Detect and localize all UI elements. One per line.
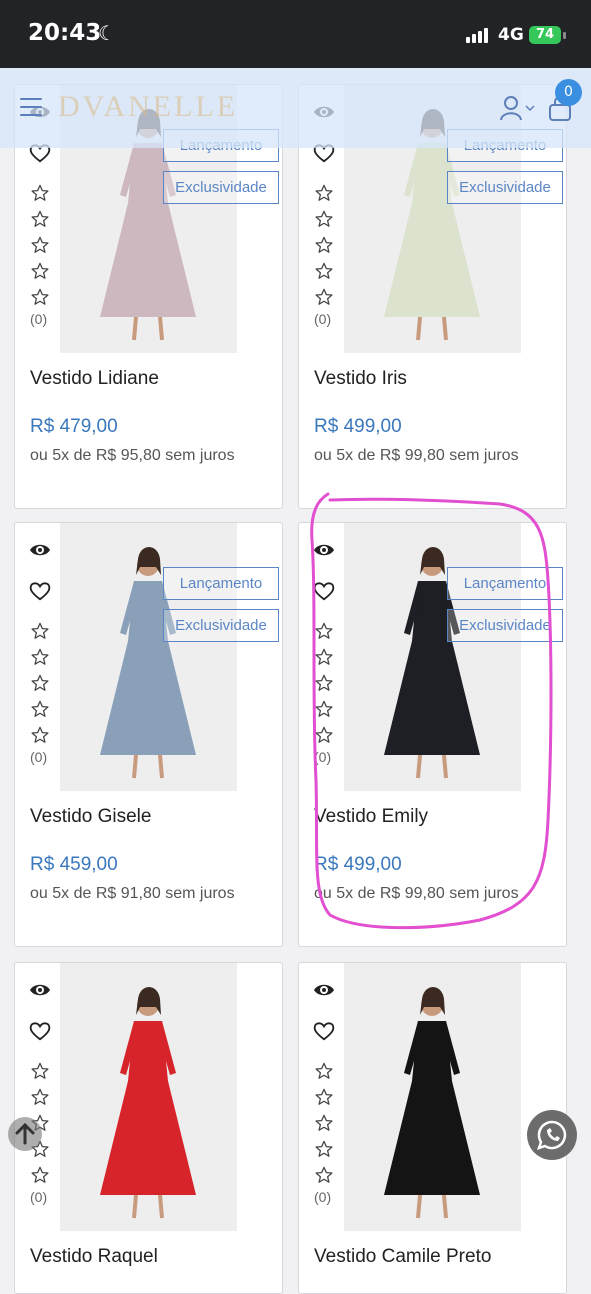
eye-icon[interactable] bbox=[29, 979, 51, 1001]
rating-count: (0) bbox=[314, 1189, 332, 1205]
status-bar: 20:43 ☾ 4G 74 bbox=[0, 0, 591, 68]
product-image[interactable] bbox=[60, 963, 237, 1231]
rating-count: (0) bbox=[314, 749, 332, 765]
star-icon[interactable] bbox=[315, 1114, 333, 1132]
rating-count: (0) bbox=[30, 1189, 48, 1205]
cart-count-badge[interactable]: 0 bbox=[555, 79, 582, 106]
exclusive-badge: Exclusividade bbox=[163, 171, 279, 204]
user-icon[interactable] bbox=[500, 95, 536, 121]
hamburger-icon[interactable] bbox=[20, 98, 42, 116]
battery-level: 74 bbox=[535, 27, 555, 42]
dress-model-illustration bbox=[60, 523, 237, 791]
star-icon[interactable] bbox=[31, 184, 49, 202]
star-icon[interactable] bbox=[315, 210, 333, 228]
star-icon[interactable] bbox=[315, 288, 333, 306]
rating-stars bbox=[31, 622, 49, 752]
star-icon[interactable] bbox=[31, 262, 49, 280]
dress-model-illustration bbox=[344, 963, 521, 1231]
star-icon[interactable] bbox=[31, 726, 49, 744]
eye-icon[interactable] bbox=[313, 539, 335, 561]
star-icon[interactable] bbox=[31, 1088, 49, 1106]
star-icon[interactable] bbox=[315, 648, 333, 666]
scroll-top-button[interactable] bbox=[8, 1117, 42, 1151]
product-price: R$ 479,00 bbox=[30, 416, 118, 437]
rating-stars bbox=[315, 1062, 333, 1192]
star-icon[interactable] bbox=[315, 1062, 333, 1080]
product-name[interactable]: Vestido Iris bbox=[314, 368, 407, 390]
star-icon[interactable] bbox=[315, 700, 333, 718]
product-price: R$ 499,00 bbox=[314, 854, 402, 875]
installment-info: ou 5x de R$ 99,80 sem juros bbox=[314, 885, 519, 902]
star-icon[interactable] bbox=[315, 622, 333, 640]
star-icon[interactable] bbox=[31, 1166, 49, 1184]
product-name[interactable]: Vestido Raquel bbox=[30, 1246, 158, 1268]
star-icon[interactable] bbox=[315, 726, 333, 744]
star-icon[interactable] bbox=[31, 674, 49, 692]
rating-count: (0) bbox=[30, 749, 48, 765]
product-image[interactable] bbox=[344, 523, 521, 791]
rating-stars bbox=[31, 184, 49, 314]
star-icon[interactable] bbox=[31, 648, 49, 666]
product-image[interactable] bbox=[60, 523, 237, 791]
launch-badge: Lançamento bbox=[447, 567, 563, 600]
dress-model-illustration bbox=[60, 963, 237, 1231]
star-icon[interactable] bbox=[31, 288, 49, 306]
product-name[interactable]: Vestido Camile Preto bbox=[314, 1246, 491, 1268]
product-grid: Lançamento Exclusividade (0) Vestido Lidian… bbox=[0, 68, 591, 1294]
product-card-raquel[interactable]: (0) Vestido Raquel bbox=[14, 962, 283, 1294]
star-icon[interactable] bbox=[315, 1140, 333, 1158]
installment-info: ou 5x de R$ 95,80 sem juros bbox=[30, 447, 235, 464]
arrow-up-icon bbox=[15, 1122, 35, 1145]
product-card-gisele[interactable]: Lançamento Exclusividade (0) Vestido Gisele… bbox=[14, 522, 283, 947]
star-icon[interactable] bbox=[31, 236, 49, 254]
heart-icon[interactable] bbox=[313, 1020, 335, 1042]
launch-badge: Lançamento bbox=[163, 567, 279, 600]
whatsapp-button[interactable] bbox=[527, 1110, 577, 1160]
eye-icon[interactable] bbox=[29, 539, 51, 561]
moon-icon: ☾ bbox=[98, 21, 116, 45]
star-icon[interactable] bbox=[315, 674, 333, 692]
site-logo[interactable]: DVANELLE bbox=[58, 90, 238, 124]
exclusive-badge: Exclusividade bbox=[447, 171, 563, 204]
star-icon[interactable] bbox=[315, 184, 333, 202]
heart-icon[interactable] bbox=[29, 580, 51, 602]
rating-stars bbox=[315, 622, 333, 752]
star-icon[interactable] bbox=[31, 1062, 49, 1080]
status-time: 20:43 bbox=[28, 20, 102, 46]
dress-model-illustration bbox=[344, 523, 521, 791]
battery-icon: 74 bbox=[529, 26, 561, 44]
product-card-emily[interactable]: Lançamento Exclusividade (0) Vestido Emily R… bbox=[298, 522, 567, 947]
product-image[interactable] bbox=[344, 963, 521, 1231]
battery-tip bbox=[563, 32, 566, 39]
whatsapp-icon bbox=[537, 1120, 567, 1150]
installment-info: ou 5x de R$ 91,80 sem juros bbox=[30, 885, 235, 902]
installment-info: ou 5x de R$ 99,80 sem juros bbox=[314, 447, 519, 464]
product-price: R$ 499,00 bbox=[314, 416, 402, 437]
star-icon[interactable] bbox=[315, 236, 333, 254]
exclusive-badge: Exclusividade bbox=[447, 609, 563, 642]
rating-stars bbox=[315, 184, 333, 314]
heart-icon[interactable] bbox=[313, 580, 335, 602]
star-icon[interactable] bbox=[31, 622, 49, 640]
heart-icon[interactable] bbox=[29, 1020, 51, 1042]
star-icon[interactable] bbox=[31, 210, 49, 228]
rating-count: (0) bbox=[30, 311, 48, 327]
rating-count: (0) bbox=[314, 311, 332, 327]
product-price: R$ 459,00 bbox=[30, 854, 118, 875]
network-type: 4G bbox=[498, 25, 524, 45]
star-icon[interactable] bbox=[315, 262, 333, 280]
product-name[interactable]: Vestido Gisele bbox=[30, 806, 151, 828]
product-name[interactable]: Vestido Emily bbox=[314, 806, 428, 828]
exclusive-badge: Exclusividade bbox=[163, 609, 279, 642]
product-name[interactable]: Vestido Lidiane bbox=[30, 368, 159, 390]
star-icon[interactable] bbox=[315, 1088, 333, 1106]
star-icon[interactable] bbox=[315, 1166, 333, 1184]
eye-icon[interactable] bbox=[313, 979, 335, 1001]
star-icon[interactable] bbox=[31, 700, 49, 718]
